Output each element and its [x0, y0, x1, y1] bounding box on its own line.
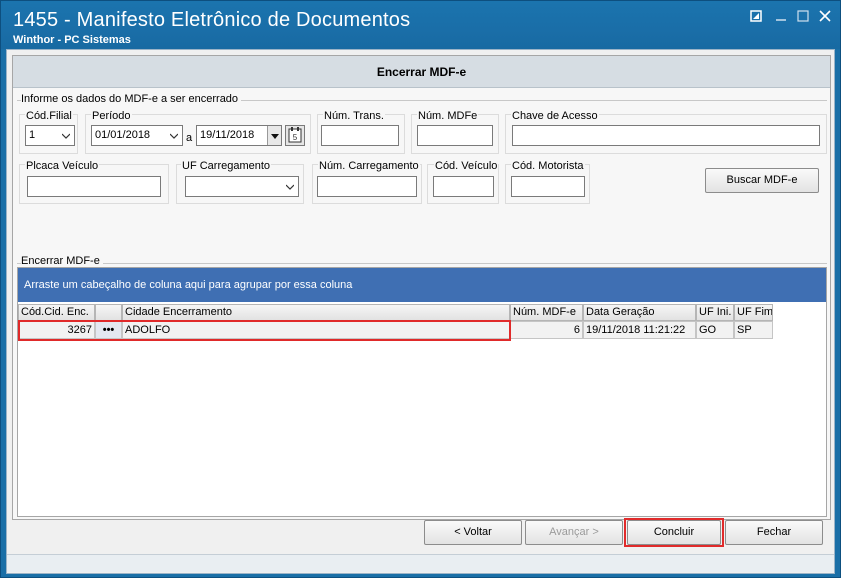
chevron-down-icon	[170, 133, 178, 139]
date-dropdown-button[interactable]	[267, 126, 281, 145]
cell-num-mdfe[interactable]: 6	[510, 321, 583, 339]
chevron-down-icon	[286, 184, 294, 190]
concluir-highlight-box	[624, 518, 724, 547]
column-header-button[interactable]	[95, 304, 122, 321]
grid-section-divider	[17, 263, 827, 264]
title-bar[interactable]: 1455 - Manifesto Eletrônico de Documento…	[1, 1, 840, 49]
periodo-label: Período	[91, 110, 132, 122]
num-carregamento-input[interactable]	[317, 176, 417, 197]
row-highlight-box	[18, 320, 511, 341]
cell-uf-fim[interactable]: SP	[734, 321, 773, 339]
close-icon[interactable]	[816, 9, 834, 27]
uf-carregamento-label: UF Carregamento	[181, 160, 272, 172]
mdfe-grid[interactable]: Arraste um cabeçalho de coluna aqui para…	[17, 267, 827, 517]
column-header-uf-ini[interactable]: UF Ini.	[696, 304, 734, 321]
column-header-data-geracao[interactable]: Data Geração	[583, 304, 696, 321]
grid-section-label: Encerrar MDF-e	[21, 255, 103, 267]
minimize-icon[interactable]	[772, 9, 790, 27]
num-mdfe-input[interactable]	[417, 125, 493, 146]
num-mdfe-label: Núm. MDFe	[417, 110, 479, 122]
cod-motorista-label: Cód. Motorista	[511, 160, 585, 172]
group-by-panel[interactable]: Arraste um cabeçalho de coluna aqui para…	[18, 268, 826, 302]
filter-section-label: Informe os dados do MDF-e a ser encerrad…	[21, 93, 242, 105]
column-header-cidade-encerramento[interactable]: Cidade Encerramento	[122, 304, 510, 321]
voltar-button[interactable]: < Voltar	[424, 520, 522, 545]
chave-acesso-label: Chave de Acesso	[511, 110, 599, 122]
column-header-uf-fim[interactable]: UF Fim	[734, 304, 773, 321]
chevron-down-icon	[62, 133, 70, 139]
placa-veiculo-input[interactable]	[27, 176, 161, 197]
uf-carregamento-select[interactable]	[185, 176, 299, 197]
status-bar	[7, 554, 834, 572]
column-header-num-mdfe[interactable]: Núm. MDF-e	[510, 304, 583, 321]
cod-filial-select[interactable]: 1	[25, 125, 75, 146]
placa-veiculo-label: Plcaca Veículo	[25, 160, 100, 172]
periodo-start-date[interactable]: 01/01/2018	[91, 125, 183, 146]
panel-title: Encerrar MDF-e	[13, 56, 830, 88]
client-area: Encerrar MDF-e Informe os dados do MDF-e…	[6, 49, 835, 574]
avancar-button[interactable]: Avançar >	[525, 520, 623, 545]
chave-acesso-input[interactable]	[512, 125, 820, 146]
periodo-end-value: 19/11/2018	[200, 129, 255, 141]
triangle-down-icon	[271, 134, 279, 139]
cod-veiculo-input[interactable]	[433, 176, 494, 197]
num-trans-input[interactable]	[321, 125, 399, 146]
periodo-start-value: 01/01/2018	[95, 129, 151, 141]
cod-filial-label: Cód.Filial	[25, 110, 73, 122]
window-title: 1455 - Manifesto Eletrônico de Documento…	[13, 9, 411, 31]
main-panel: Encerrar MDF-e Informe os dados do MDF-e…	[12, 55, 831, 520]
restore-icon[interactable]	[747, 9, 765, 27]
fechar-button[interactable]: Fechar	[725, 520, 823, 545]
maximize-icon[interactable]	[794, 9, 812, 27]
cod-motorista-input[interactable]	[511, 176, 585, 197]
app-window: 1455 - Manifesto Eletrônico de Documento…	[0, 0, 841, 578]
column-header-cod-cid-enc[interactable]: Cód.Cid. Enc.	[18, 304, 95, 321]
buscar-mdfe-button[interactable]: Buscar MDF-e	[705, 168, 819, 193]
cod-filial-value: 1	[29, 129, 36, 141]
window-subtitle: Winthor - PC Sistemas	[13, 34, 131, 46]
calendar-button[interactable]: 5	[285, 125, 305, 146]
periodo-separator: a	[186, 132, 193, 144]
cell-data-geracao[interactable]: 19/11/2018 11:21:22	[583, 321, 696, 339]
calendar-icon: 5	[288, 127, 302, 143]
num-trans-label: Núm. Trans.	[323, 110, 385, 122]
num-carregamento-label: Núm. Carregamento	[318, 160, 420, 172]
svg-text:5: 5	[293, 133, 298, 142]
cod-veiculo-label: Cód. Veículo	[434, 160, 499, 172]
cell-uf-ini[interactable]: GO	[696, 321, 734, 339]
